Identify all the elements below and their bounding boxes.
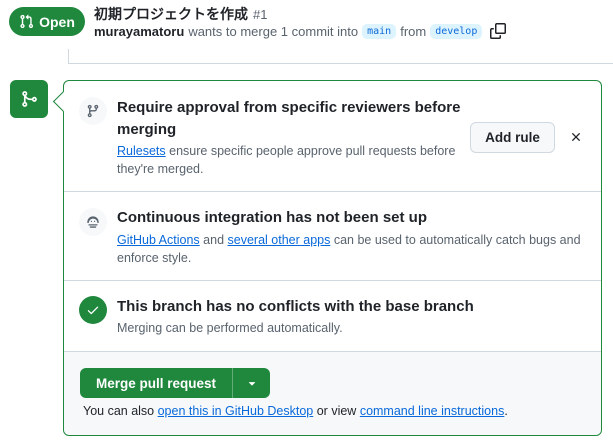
merge-footer: Merge pull request You can also open thi… [64,352,601,435]
ci-section: Continuous integration has not been set … [64,192,601,281]
git-merge-icon [10,80,48,118]
footer-note: You can also open this in GitHub Desktop… [83,404,508,418]
pr-header: Open 初期プロジェクトを作成 #1 murayamatoru wants t… [0,0,613,64]
add-rule-button[interactable]: Add rule [470,122,555,153]
pr-author-link[interactable]: murayamatoru [94,24,184,39]
pr-title-row: 初期プロジェクトを作成 #1 [94,4,267,24]
pr-state-label: Open [39,13,75,30]
command-line-link[interactable]: command line instructions [360,404,505,418]
pr-state-badge: Open [9,7,85,36]
merge-method-dropdown[interactable] [232,368,271,398]
workflow-icon [79,208,107,236]
pull-request-icon [20,14,34,29]
other-apps-link[interactable]: several other apps [228,233,331,247]
approval-desc-text: ensure specific people approve pull requ… [117,144,456,176]
conflicts-desc: Merging can be performed automatically. [117,321,343,335]
pr-meta: murayamatoru wants to merge 1 commit int… [94,23,507,39]
triangle-down-icon [248,382,255,386]
approval-title: Require approval from specific reviewers… [117,99,461,138]
ci-and-text: and [203,233,225,247]
tab-strip [68,49,613,64]
github-desktop-link[interactable]: open this in GitHub Desktop [158,404,314,418]
ci-title: Continuous integration has not been set … [117,209,427,226]
head-branch-label[interactable]: develop [430,23,483,39]
ci-desc: GitHub Actions and several other apps ca… [117,231,587,267]
footer-note-suffix: . [504,404,508,418]
footer-note-prefix: You can also [83,404,155,418]
git-branch-icon [79,97,107,125]
pr-meta-text: wants to merge 1 commit into [188,23,359,39]
header-divider [68,63,613,64]
merge-box: Require approval from specific reviewers… [63,80,602,436]
copy-icon[interactable] [490,23,507,39]
conflicts-section: This branch has no conflicts with the ba… [64,281,601,352]
close-icon[interactable] [566,127,586,147]
pr-from-text: from [400,23,427,39]
conflicts-title: This branch has no conflicts with the ba… [117,298,474,315]
approval-desc: Rulesets ensure specific people approve … [117,142,462,178]
check-icon [79,296,107,324]
github-actions-link[interactable]: GitHub Actions [117,233,200,247]
merge-button-group: Merge pull request [80,368,271,398]
pr-number: #1 [253,7,268,22]
footer-note-mid: or view [316,404,357,418]
rulesets-link[interactable]: Rulesets [117,144,166,158]
approval-section: Require approval from specific reviewers… [64,81,601,192]
pr-title: 初期プロジェクトを作成 [94,6,248,22]
base-branch-label[interactable]: main [362,23,397,39]
merge-pull-request-button[interactable]: Merge pull request [80,368,233,398]
